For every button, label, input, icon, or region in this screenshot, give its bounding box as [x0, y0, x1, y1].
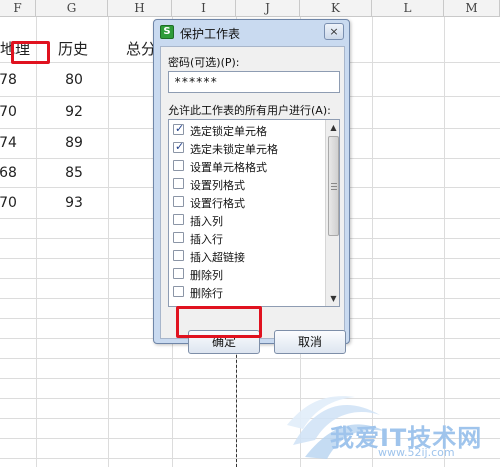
protect-sheet-dialog: S 保护工作表 × 密码(可选)(P): ****** 允许此工作表的所有用户进… [153, 19, 350, 354]
checkbox[interactable] [173, 268, 184, 279]
grid-line [36, 17, 37, 467]
cell-header-history[interactable]: 历史 [58, 38, 88, 59]
checkbox[interactable] [173, 160, 184, 171]
cell-g-row2[interactable]: 92 [54, 104, 94, 120]
grip-icon [331, 183, 337, 190]
dialog-titlebar[interactable]: S 保护工作表 × [154, 20, 349, 44]
cell-g-row5[interactable]: 93 [54, 195, 94, 211]
permissions-label: 允许此工作表的所有用户进行(A): [168, 104, 331, 117]
permission-label: 设置列格式 [190, 179, 245, 192]
permission-label: 插入行 [190, 233, 223, 246]
permission-label: 插入超链接 [190, 251, 245, 264]
permission-delete-rows[interactable]: 删除行 [173, 284, 323, 301]
permission-label: 选定未锁定单元格 [190, 143, 278, 156]
checkbox[interactable] [173, 178, 184, 189]
permission-label: 删除列 [190, 269, 223, 282]
column-header-k[interactable]: K [300, 0, 372, 17]
check-mark-icon: ✓ [175, 140, 185, 153]
password-input[interactable]: ****** [168, 71, 340, 93]
page-break-line [236, 345, 237, 467]
scroll-thumb[interactable] [328, 136, 339, 236]
ok-button[interactable]: 确定 [188, 330, 260, 354]
checkbox[interactable] [173, 232, 184, 243]
dialog-content: 密码(可选)(P): ****** 允许此工作表的所有用户进行(A): ✓ 选定… [160, 46, 346, 354]
scroll-down-arrow-icon[interactable]: ▼ [326, 291, 339, 306]
cell-header-geography[interactable]: 地理 [0, 38, 30, 59]
grid-line [0, 378, 500, 379]
column-header-j[interactable]: J [236, 0, 300, 17]
cell-f-row2[interactable]: 70 [0, 104, 28, 120]
dialog-title: 保护工作表 [180, 27, 241, 41]
grid-line [0, 358, 500, 359]
column-header-f[interactable]: F [0, 0, 36, 17]
checkbox[interactable] [173, 196, 184, 207]
column-header-i[interactable]: I [172, 0, 236, 17]
checkbox[interactable] [173, 214, 184, 225]
check-mark-icon: ✓ [175, 122, 185, 135]
grid-line [108, 17, 109, 467]
scroll-up-arrow-icon[interactable]: ▲ [326, 120, 339, 135]
permission-format-rows[interactable]: 设置行格式 [173, 194, 323, 211]
column-header-row: F G H I J K L M [0, 0, 500, 17]
permission-format-columns[interactable]: 设置列格式 [173, 176, 323, 193]
permission-label: 选定锁定单元格 [190, 125, 267, 138]
permission-insert-columns[interactable]: 插入列 [173, 212, 323, 229]
permission-label: 删除行 [190, 287, 223, 300]
close-button[interactable]: × [324, 23, 344, 40]
permission-select-unlocked-cells[interactable]: ✓ 选定未锁定单元格 [173, 140, 323, 157]
permission-insert-hyperlinks[interactable]: 插入超链接 [173, 248, 323, 265]
permission-label: 设置单元格格式 [190, 161, 267, 174]
permission-format-cells[interactable]: 设置单元格格式 [173, 158, 323, 175]
permission-label: 设置行格式 [190, 197, 245, 210]
permission-label: 插入列 [190, 215, 223, 228]
permission-select-locked-cells[interactable]: ✓ 选定锁定单元格 [173, 122, 323, 139]
permission-delete-columns[interactable]: 删除列 [173, 266, 323, 283]
column-header-l[interactable]: L [372, 0, 444, 17]
password-label: 密码(可选)(P): [168, 56, 240, 69]
cell-g-row4[interactable]: 85 [54, 165, 94, 181]
cell-header-total[interactable]: 总分 [126, 38, 156, 59]
cell-f-row5[interactable]: 70 [0, 195, 28, 211]
permissions-list: ✓ 选定锁定单元格 ✓ 选定未锁定单元格 设置单元格格式 设置列格式 设置行格式 [168, 119, 340, 307]
checkbox[interactable] [173, 286, 184, 297]
permissions-scrollbar[interactable]: ▲ ▼ [325, 120, 339, 306]
column-header-g[interactable]: G [36, 0, 108, 17]
watermark-url: www.52ij.com [378, 446, 455, 459]
cancel-button[interactable]: 取消 [274, 330, 346, 354]
cell-g-row3[interactable]: 89 [54, 135, 94, 151]
cell-f-row4[interactable]: 68 [0, 165, 28, 181]
permission-insert-rows[interactable]: 插入行 [173, 230, 323, 247]
checkbox[interactable]: ✓ [173, 122, 185, 135]
wps-spreadsheet-icon: S [160, 25, 174, 39]
checkbox[interactable] [173, 250, 184, 261]
column-header-m[interactable]: M [444, 0, 500, 17]
cell-g-row1[interactable]: 80 [54, 72, 94, 88]
checkbox[interactable]: ✓ [173, 140, 185, 153]
cell-f-row1[interactable]: 78 [0, 72, 28, 88]
cell-f-row3[interactable]: 74 [0, 135, 28, 151]
column-header-h[interactable]: H [108, 0, 172, 17]
